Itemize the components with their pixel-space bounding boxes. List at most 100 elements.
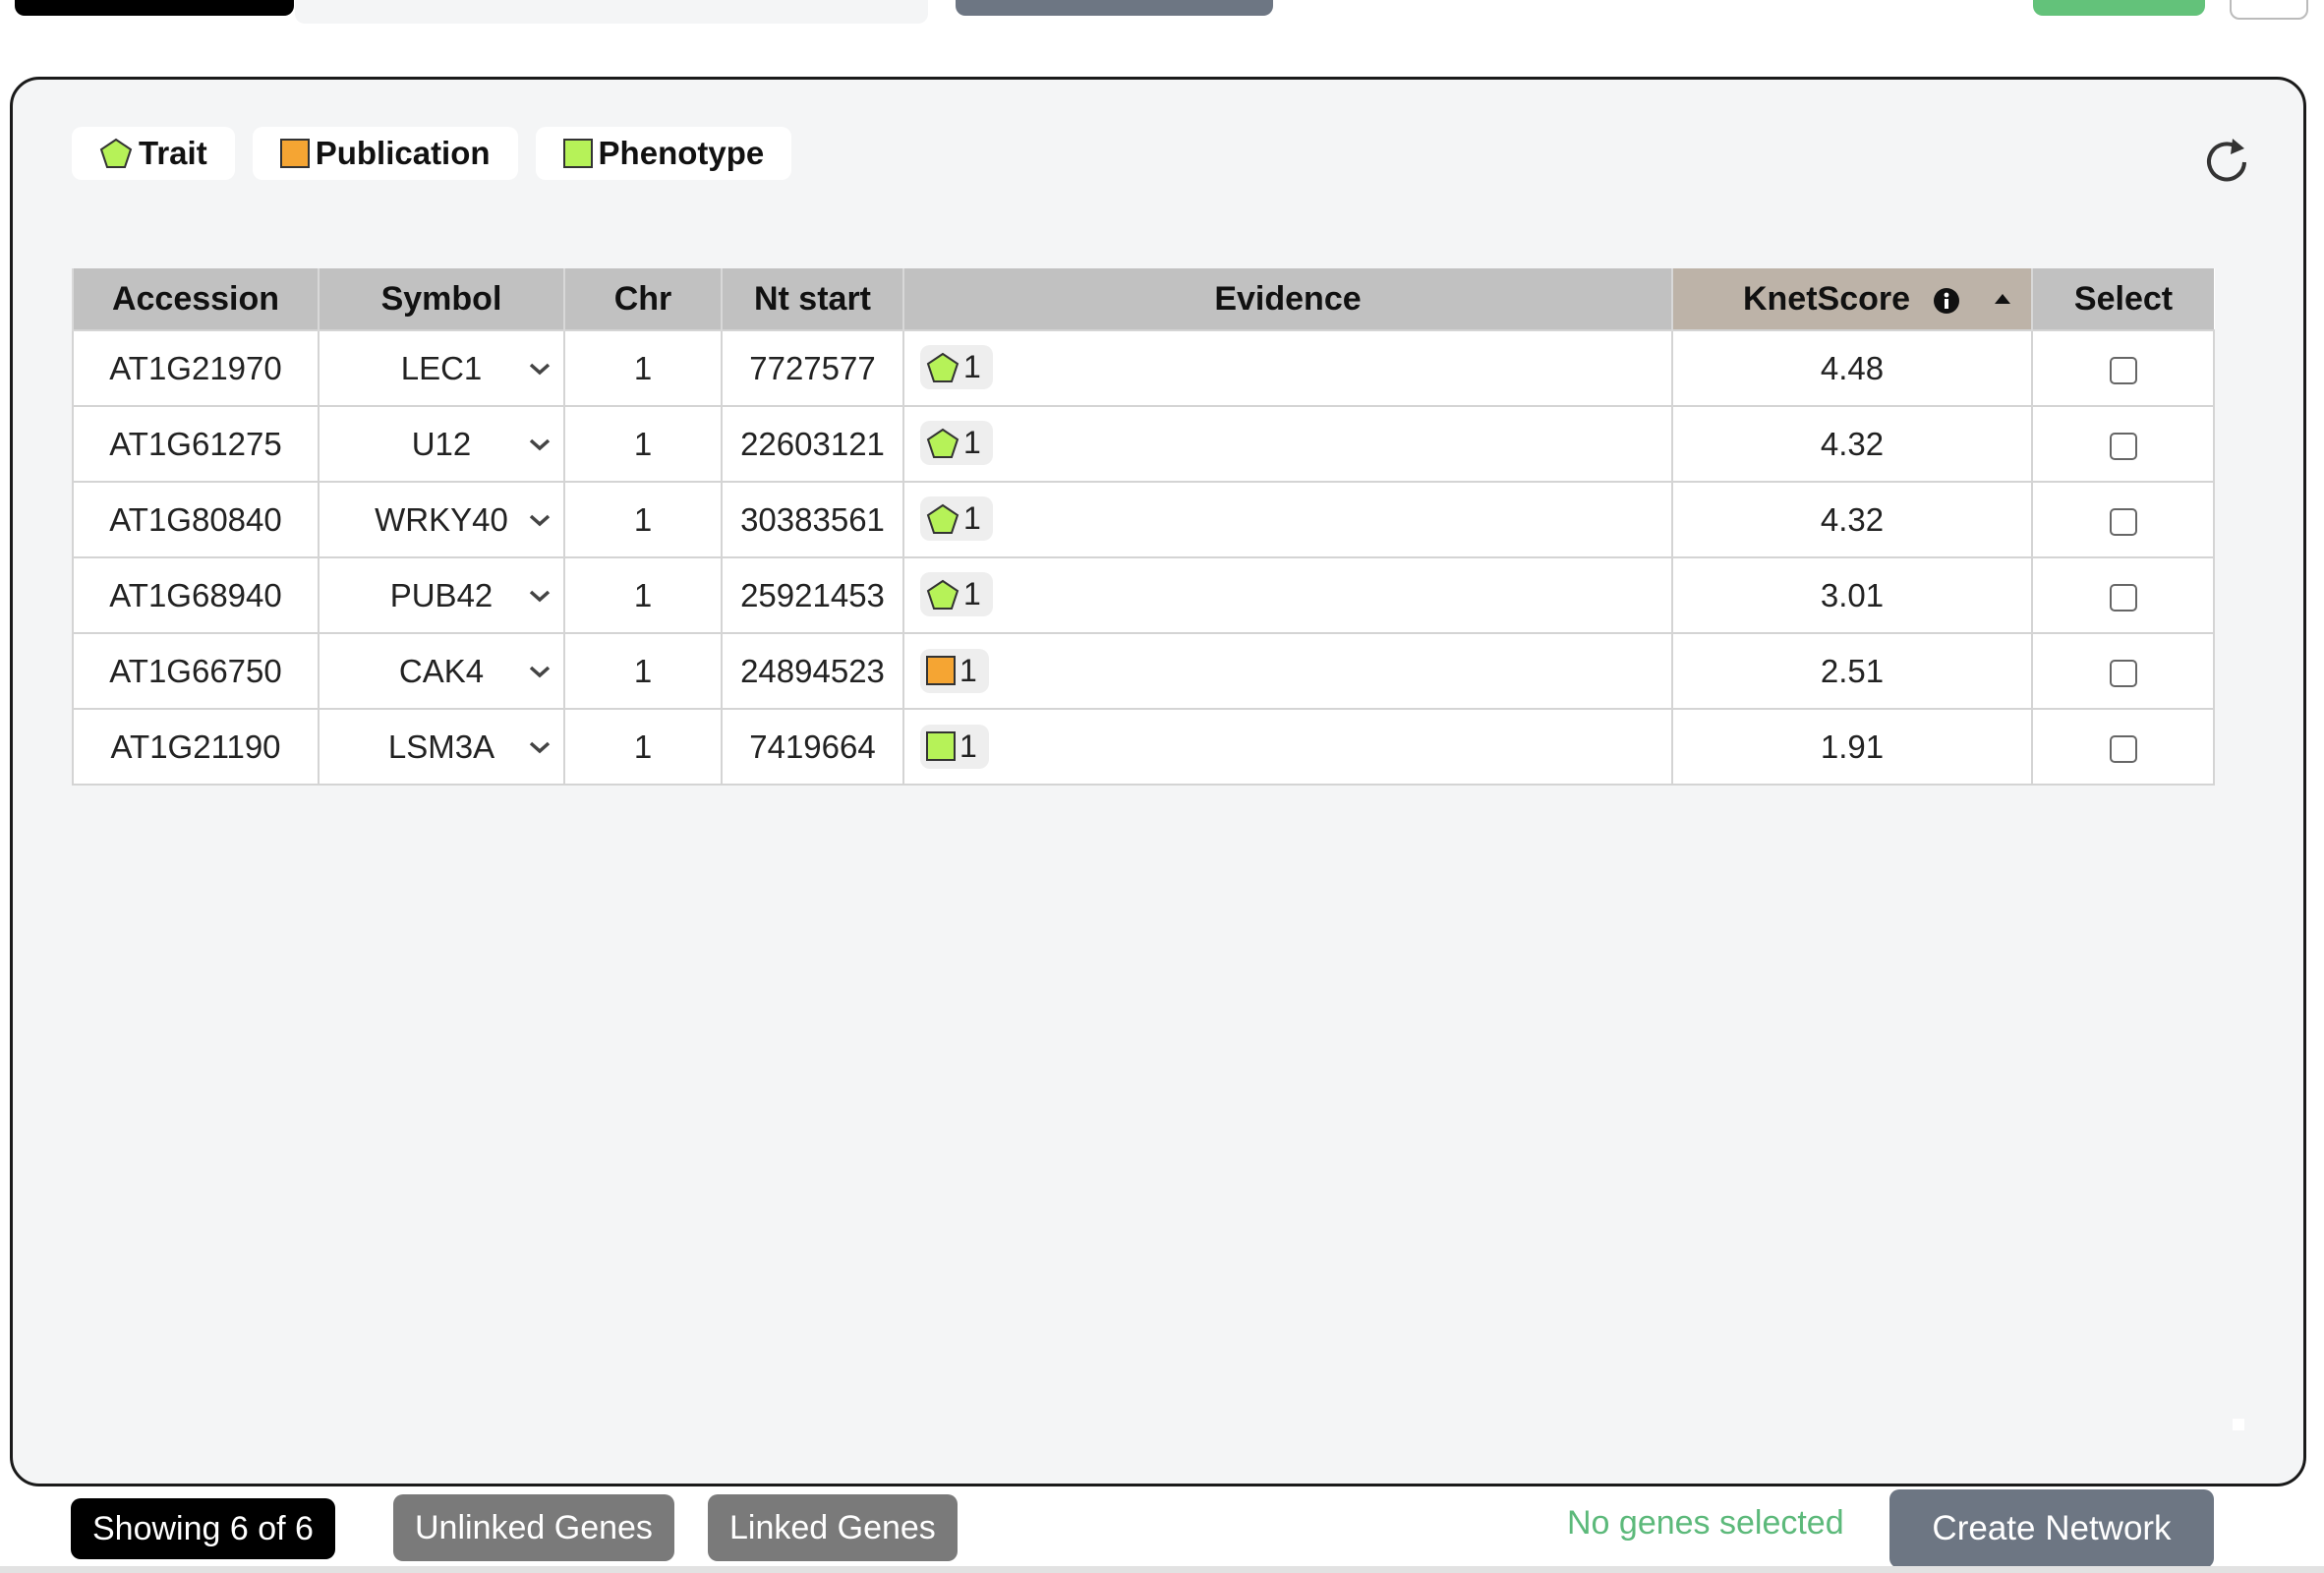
evidence-count: 1 <box>959 652 977 688</box>
evidence-cell: 1 <box>902 481 1673 558</box>
chr-cell: 1 <box>563 329 723 407</box>
pentagon-icon <box>926 428 959 458</box>
accession-link[interactable]: AT1G21190 <box>72 708 320 786</box>
lime-square-icon <box>562 139 593 168</box>
select-checkbox[interactable] <box>2109 734 2137 763</box>
evidence-badge[interactable]: 1 <box>920 496 993 542</box>
select-checkbox[interactable] <box>2109 583 2137 612</box>
evidence-cell: 1 <box>902 556 1673 634</box>
resize-dot <box>2233 1419 2244 1430</box>
chevron-down-icon[interactable] <box>528 361 552 377</box>
symbol-label: U12 <box>411 425 472 462</box>
header-knetscore-label: KnetScore <box>1742 279 1911 318</box>
nt-start-cell: 30383561 <box>721 481 904 558</box>
symbol-label: LEC1 <box>400 349 483 386</box>
lime-square-icon <box>926 731 956 762</box>
evidence-cell: 1 <box>902 632 1673 710</box>
chr-cell: 1 <box>563 405 723 483</box>
symbol-cell[interactable]: LSM3A <box>318 708 565 786</box>
accession-link[interactable]: AT1G68940 <box>72 556 320 634</box>
chevron-down-icon[interactable] <box>528 512 552 528</box>
knetscore-cell: 3.01 <box>1671 556 2033 634</box>
top-green-button[interactable] <box>2033 0 2205 16</box>
gene-view-panel: Trait Publication Phenotype Accession Sy… <box>10 77 2306 1486</box>
table-row: AT1G66750 CAK4 1 24894523 1 2.51 <box>72 632 2215 710</box>
evidence-cell: 1 <box>902 329 1673 407</box>
top-search-input[interactable] <box>295 0 928 24</box>
evidence-count: 1 <box>963 576 981 612</box>
accession-link[interactable]: AT1G66750 <box>72 632 320 710</box>
top-outline-button[interactable] <box>2230 0 2308 20</box>
legend-publication-label: Publication <box>315 135 491 171</box>
select-cell <box>2031 481 2215 558</box>
create-network-button[interactable]: Create Network <box>1889 1489 2214 1568</box>
knetscore-cell: 4.32 <box>1671 405 2033 483</box>
evidence-cell: 1 <box>902 405 1673 483</box>
symbol-cell[interactable]: WRKY40 <box>318 481 565 558</box>
orange-square-icon <box>279 139 310 168</box>
top-dark-button[interactable] <box>15 0 294 16</box>
select-checkbox[interactable] <box>2109 432 2137 460</box>
select-cell <box>2031 632 2215 710</box>
evidence-badge[interactable]: 1 <box>920 345 993 390</box>
table-row: AT1G21970 LEC1 1 7727577 1 4.48 <box>72 329 2215 407</box>
knetscore-cell: 1.91 <box>1671 708 2033 786</box>
evidence-count: 1 <box>963 425 981 461</box>
knetscore-cell: 2.51 <box>1671 632 2033 710</box>
select-checkbox[interactable] <box>2109 507 2137 536</box>
showing-count: Showing 6 of 6 <box>71 1498 335 1559</box>
selection-status: No genes selected <box>1567 1504 1844 1542</box>
symbol-cell[interactable]: LEC1 <box>318 329 565 407</box>
select-checkbox[interactable] <box>2109 356 2137 384</box>
evidence-count: 1 <box>963 349 981 385</box>
knetscore-cell: 4.32 <box>1671 481 2033 558</box>
accession-link[interactable]: AT1G61275 <box>72 405 320 483</box>
evidence-cell: 1 <box>902 708 1673 786</box>
gene-table: Accession Symbol Chr Nt start Evidence K… <box>72 268 2215 786</box>
header-knetscore[interactable]: KnetScore <box>1671 268 2032 330</box>
top-gray-button[interactable] <box>956 0 1273 16</box>
info-icon[interactable] <box>1932 286 1961 316</box>
evidence-badge[interactable]: 1 <box>920 724 989 769</box>
reload-icon[interactable] <box>2199 135 2254 190</box>
top-toolbar-partial <box>0 0 2324 29</box>
chevron-down-icon[interactable] <box>528 437 552 452</box>
header-select: Select <box>2031 268 2214 330</box>
chevron-down-icon[interactable] <box>528 588 552 604</box>
header-chr[interactable]: Chr <box>563 268 722 330</box>
accession-link[interactable]: AT1G21970 <box>72 329 320 407</box>
linked-genes-button[interactable]: Linked Genes <box>708 1494 958 1561</box>
table-row: AT1G68940 PUB42 1 25921453 1 3.01 <box>72 556 2215 634</box>
select-checkbox[interactable] <box>2109 659 2137 687</box>
evidence-badge[interactable]: 1 <box>920 572 993 617</box>
legend-phenotype[interactable]: Phenotype <box>535 127 792 180</box>
chr-cell: 1 <box>563 481 723 558</box>
accession-link[interactable]: AT1G80840 <box>72 481 320 558</box>
legend-trait-label: Trait <box>139 135 207 171</box>
chr-cell: 1 <box>563 708 723 786</box>
legend-publication[interactable]: Publication <box>252 127 518 180</box>
header-nt-start[interactable]: Nt start <box>721 268 903 330</box>
evidence-count: 1 <box>959 728 977 764</box>
bottom-divider <box>0 1566 2324 1573</box>
evidence-count: 1 <box>963 500 981 537</box>
symbol-cell[interactable]: PUB42 <box>318 556 565 634</box>
pentagon-icon <box>99 138 133 168</box>
nt-start-cell: 7419664 <box>721 708 904 786</box>
symbol-cell[interactable]: CAK4 <box>318 632 565 710</box>
evidence-badge[interactable]: 1 <box>920 648 989 693</box>
symbol-cell[interactable]: U12 <box>318 405 565 483</box>
pentagon-icon <box>926 352 959 382</box>
nt-start-cell: 24894523 <box>721 632 904 710</box>
header-accession[interactable]: Accession <box>72 268 319 330</box>
sort-ascending-icon[interactable] <box>1994 293 2011 305</box>
legend-phenotype-label: Phenotype <box>598 135 765 171</box>
evidence-badge[interactable]: 1 <box>920 421 993 466</box>
legend-trait[interactable]: Trait <box>72 127 235 180</box>
header-symbol[interactable]: Symbol <box>318 268 564 330</box>
header-evidence[interactable]: Evidence <box>902 268 1672 330</box>
evidence-legend: Trait Publication Phenotype <box>72 127 792 180</box>
chevron-down-icon[interactable] <box>528 739 552 755</box>
unlinked-genes-button[interactable]: Unlinked Genes <box>393 1494 674 1561</box>
chevron-down-icon[interactable] <box>528 664 552 679</box>
